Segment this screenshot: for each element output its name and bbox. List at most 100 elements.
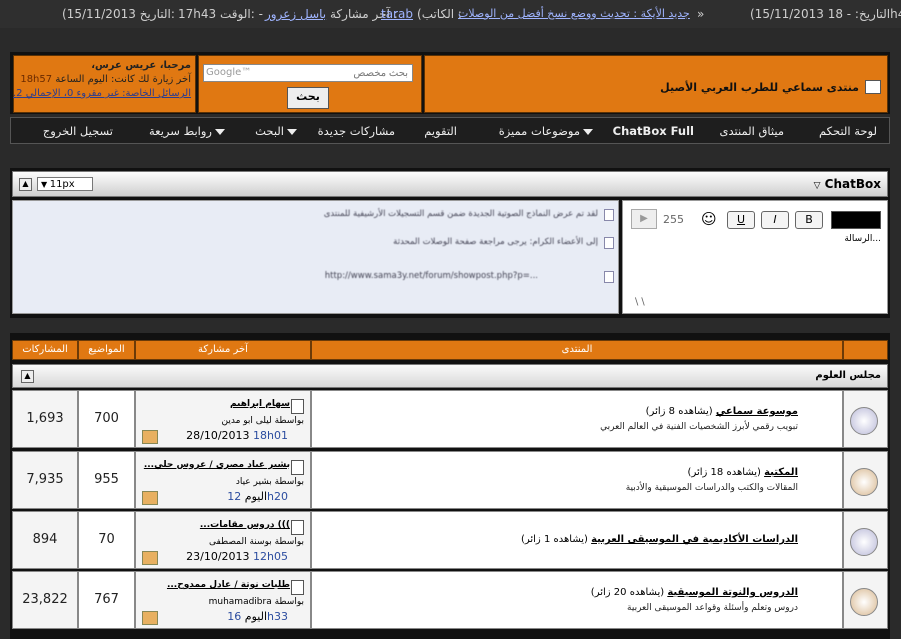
threads-count: 955 <box>78 451 135 509</box>
chat-message: http://www.sama3y.net/forum/showpost.php… <box>324 271 538 281</box>
threads-count: 700 <box>78 390 135 448</box>
chevron-down-icon <box>583 128 593 135</box>
last-post-cell: سهام ابراهيم بواسطة ليلى ابو مدين 28/10/… <box>135 390 311 448</box>
forum-row: 23,822 767 طلبات نوتة / عادل ممدوح... بو… <box>12 571 888 629</box>
folder-icon <box>865 80 881 94</box>
forum-title[interactable]: منتدى سماعي للطرب العربي الأصيل <box>660 81 859 94</box>
forum-title-link[interactable]: الدراسات الأكاديمية في الموسيقى العربية … <box>521 534 798 545</box>
col-header-last-post: آخر مشاركة <box>135 340 311 360</box>
post-icon <box>291 580 304 595</box>
post-icon <box>291 520 304 535</box>
posts-count: 23,822 <box>12 571 78 629</box>
ticker-date: (15/11/2013 التاريخ: <box>62 7 175 21</box>
color-picker[interactable] <box>831 211 881 229</box>
forum-info: موسوعة سماعي (يشاهده 8 زائر) تبويب رقمي … <box>311 390 843 448</box>
forum-title-link[interactable]: المكتبة (يشاهده 18 زائر) <box>688 467 798 478</box>
chatbox-title[interactable]: ▽ ChatBox <box>814 177 881 191</box>
forum-title-link[interactable]: الدروس والنوتة الموسيقية (يشاهده 20 زائر… <box>591 587 798 598</box>
forum-info: الدراسات الأكاديمية في الموسيقى العربية … <box>311 511 843 569</box>
col-header-threads: المواضيع <box>78 340 135 360</box>
nav-charter[interactable]: ميثاق المنتدى <box>719 124 784 138</box>
last-post-author[interactable]: بواسطة بشير عياد <box>236 477 304 487</box>
posts-count: 894 <box>12 511 78 569</box>
post-icon <box>291 460 304 475</box>
message-icon <box>604 237 614 249</box>
forum-status-icon <box>850 588 878 616</box>
nav-quick-links[interactable]: روابط سريعة <box>149 124 225 138</box>
last-post-date: اليوم 16h33 <box>227 610 288 623</box>
forum-row: 1,693 700 سهام ابراهيم بواسطة ليلى ابو م… <box>12 390 888 448</box>
nav-search[interactable]: البحث <box>255 124 297 138</box>
col-header-posts: المشاركات <box>12 340 78 360</box>
forum-title-link[interactable]: موسوعة سماعي (يشاهده 8 زائر) <box>646 406 798 417</box>
chat-input-panel: B I U ☺ 255 ▶ الرسالة... ∖∖ <box>622 200 888 314</box>
chevron-down-icon <box>215 128 225 135</box>
char-counter: 255 <box>663 213 684 226</box>
nav-control-panel[interactable]: لوحة التحكم <box>819 124 877 138</box>
go-to-post-icon[interactable] <box>142 551 158 565</box>
last-post-author[interactable]: بواسطة ليلى ابو مدين <box>222 416 304 426</box>
last-post-author[interactable]: بواسطة muhamadibra <box>209 597 304 607</box>
collapse-icon[interactable]: ▲ <box>19 178 32 191</box>
font-size-select[interactable]: ▼ 11px <box>37 177 93 191</box>
welcome-text: مرحبا، عريس عرس، <box>91 60 191 71</box>
nav-calendar[interactable]: التقويم <box>424 124 457 138</box>
collapse-icon[interactable]: ▲ <box>21 370 34 383</box>
go-to-post-icon[interactable] <box>142 611 158 625</box>
ticker-news-link[interactable]: جديد الأيكة : تحديث ووضع نسخ أفضل من الو… <box>458 7 690 20</box>
last-post-author[interactable]: بواسطة بوسنة المصطفى <box>209 537 304 547</box>
posts-count: 1,693 <box>12 390 78 448</box>
last-post-cell: ))) دروس مقامات... بواسطة بوسنة المصطفى … <box>135 511 311 569</box>
threads-count: 70 <box>78 511 135 569</box>
smiley-icon[interactable]: ☺ <box>701 210 717 228</box>
ticker-time: 17h43 الوقت: - <box>178 7 263 21</box>
last-post-date: اليوم 12h20 <box>227 490 288 503</box>
last-post-title[interactable]: طلبات نوتة / عادل ممدوح... <box>167 580 290 590</box>
nav-featured-topics[interactable]: موضوعات مميزة <box>499 124 593 138</box>
search-button[interactable]: بحث <box>287 87 329 109</box>
send-button[interactable]: ▶ <box>631 209 657 229</box>
last-post-cell: بشير عياد مصري / عروس حلي... بواسطة بشير… <box>135 451 311 509</box>
private-messages-link[interactable]: الرسائل الخاصة: غير مقروء 0، الإجمالي 2. <box>13 88 191 99</box>
last-post-title[interactable]: بشير عياد مصري / عروس حلي... <box>144 460 290 470</box>
chat-messages: لقد تم عرض النماذج الصوتية الجديدة ضمن ق… <box>12 200 619 314</box>
nav-new-posts[interactable]: مشاركات جديدة <box>318 124 395 138</box>
threads-count: 767 <box>78 571 135 629</box>
chat-message: لقد تم عرض النماذج الصوتية الجديدة ضمن ق… <box>323 209 598 219</box>
nav-chatbox-full[interactable]: ChatBox Full <box>613 124 694 138</box>
nav-logout[interactable]: تسجيل الخروج <box>43 124 113 138</box>
forum-row: 894 70 ))) دروس مقامات... بواسطة بوسنة ا… <box>12 511 888 569</box>
forum-status-icon <box>850 407 878 435</box>
message-icon <box>604 271 614 283</box>
resize-handle-icon[interactable]: ∖∖ <box>633 297 646 308</box>
go-to-post-icon[interactable] <box>142 491 158 505</box>
forum-description: تبويب رقمي لأبرز الشخصيات الفنية في العا… <box>600 422 798 432</box>
forum-description: المقالات والكتب والدراسات الموسيقية والأ… <box>625 483 798 493</box>
bold-button[interactable]: B <box>795 211 823 229</box>
forum-status-cell <box>843 451 888 509</box>
col-header-forum: المنتدى <box>311 340 843 360</box>
last-post-cell: طلبات نوتة / عادل ممدوح... بواسطة muhama… <box>135 571 311 629</box>
last-post-title[interactable]: ))) دروس مقامات... <box>200 520 290 530</box>
category-title[interactable]: مجلس العلوم <box>815 370 881 381</box>
forum-info: الدروس والنوتة الموسيقية (يشاهده 20 زائر… <box>311 571 843 629</box>
forum-status-icon <box>850 528 878 556</box>
last-post-date: 23/10/2013 12h05 <box>186 550 288 563</box>
forum-status-cell <box>843 511 888 569</box>
underline-button[interactable]: U <box>727 211 755 229</box>
category-row: مجلس العلوم ▲ <box>12 364 888 388</box>
search-panel: Google™ بحث <box>198 55 422 113</box>
ticker-writer-label: (الكاتب : <box>417 7 462 21</box>
forum-description: دروس وتعلم وأسئلة وقواعد الموسيقى العربي… <box>627 603 798 613</box>
forum-list: المشاركات المواضيع آخر مشاركة المنتدى مج… <box>10 333 890 639</box>
ticker-author-link[interactable]: باسل زعرور <box>265 7 326 21</box>
chevron-down-icon <box>287 128 297 135</box>
forum-row: 7,935 955 بشير عياد مصري / عروس حلي... ب… <box>12 451 888 509</box>
italic-button[interactable]: I <box>761 211 789 229</box>
google-logo: Google™ <box>206 67 252 78</box>
site-header: مرحبا، عريس عرس، آخر زيارة لك كانت: اليو… <box>10 52 890 114</box>
go-to-post-icon[interactable] <box>142 430 158 444</box>
ticker-author2-link[interactable]: tarab <box>381 7 413 21</box>
chatbox: ▽ ChatBox ▲ ▼ 11px لقد تم عرض النماذج ال… <box>10 168 890 318</box>
last-post-title[interactable]: سهام ابراهيم <box>230 399 290 409</box>
